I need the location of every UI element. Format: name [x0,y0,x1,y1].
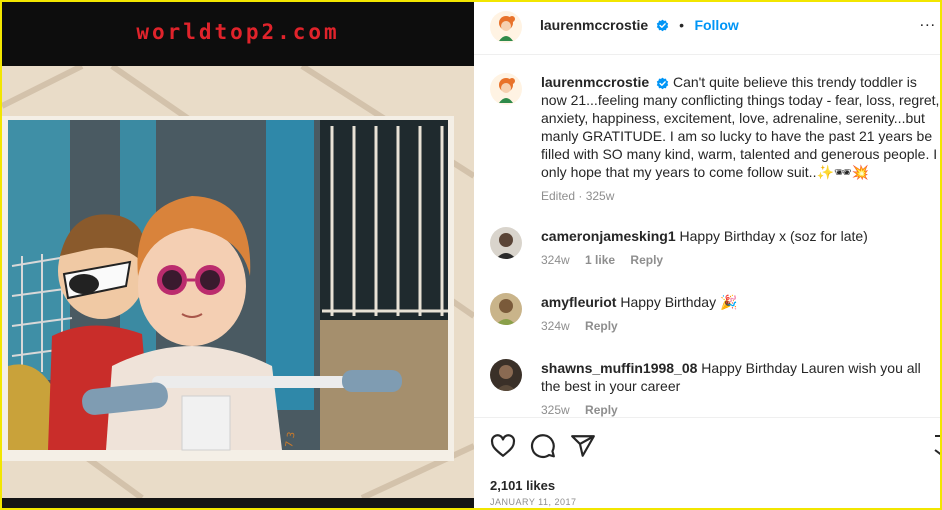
commenter-avatar-image [490,293,522,325]
post-date: JANUARY 11, 2017 [490,497,577,507]
comment-meta: 324w 1 like Reply [541,251,940,269]
paper-plane-icon[interactable] [570,433,596,459]
photo-bottom-band [2,498,474,508]
likes-count[interactable]: 2,101 likes [490,478,555,493]
commenter-avatar[interactable] [490,359,522,391]
header-separator: • [679,17,684,33]
author-username[interactable]: laurenmccrostie [540,17,648,33]
comment-time: 325w [541,403,570,417]
caption-avatar[interactable] [490,73,522,105]
comments-list[interactable]: laurenmccrostie Can't quite believe this… [474,55,940,417]
comment-time: 324w [541,319,570,333]
comment-username[interactable]: cameronjamesking1 [541,228,676,244]
post-details-panel: laurenmccrostie • Follow ... laurenmccro… [474,2,940,508]
comment-meta: 325w Reply [541,401,940,417]
caption-edited-time: Edited · 325w [541,189,615,203]
screenshot-frame: worldtop2.com 7 3 laurenmccrostie • Foll… [0,0,942,510]
comment-body: amyfleuriot Happy Birthday 🎉 324w Reply [541,293,940,335]
comment-meta: 324w Reply [541,317,940,335]
verified-badge-icon [656,19,668,32]
author-avatar[interactable] [490,11,522,43]
caption-body: laurenmccrostie Can't quite believe this… [541,73,940,205]
comment-time: 324w [541,253,570,267]
header-title: laurenmccrostie • Follow [540,17,739,35]
caption-avatar-image [490,73,522,105]
caption-meta: Edited · 325w [541,187,940,205]
watermark-text: worldtop2.com [136,20,340,44]
comment-body: cameronjamesking1 Happy Birthday x (soz … [541,227,940,269]
comment-username[interactable]: amyfleuriot [541,294,616,310]
more-options-button[interactable]: ... [920,13,936,31]
comment-text: Happy Birthday x (soz for late) [679,228,868,244]
caption-username[interactable]: laurenmccrostie [541,74,649,90]
comment-bubble-icon[interactable] [530,433,556,459]
post-header: laurenmccrostie • Follow ... [474,2,940,55]
commenter-avatar-image [490,227,522,259]
verified-badge-icon [656,77,669,90]
reply-button[interactable]: Reply [630,253,663,267]
toddlers-photo-image: 7 3 [2,66,474,498]
comment-body: shawns_muffin1998_08 Happy Birthday Laur… [541,359,940,417]
heart-icon[interactable] [490,433,516,459]
comment-username[interactable]: shawns_muffin1998_08 [541,360,697,376]
commenter-avatar-image [490,359,522,391]
comment-text: Happy Birthday 🎉 [620,294,738,310]
post-actions: 2,101 likes JANUARY 11, 2017 [474,417,942,508]
follow-button[interactable]: Follow [694,17,738,33]
post-photo[interactable]: worldtop2.com 7 3 [2,2,474,508]
bookmark-icon[interactable] [934,433,942,459]
commenter-avatar[interactable] [490,227,522,259]
reply-button[interactable]: Reply [585,319,618,333]
reply-button[interactable]: Reply [585,403,618,417]
comment-likes[interactable]: 1 like [585,253,615,267]
author-avatar-image [490,11,522,43]
commenter-avatar[interactable] [490,293,522,325]
